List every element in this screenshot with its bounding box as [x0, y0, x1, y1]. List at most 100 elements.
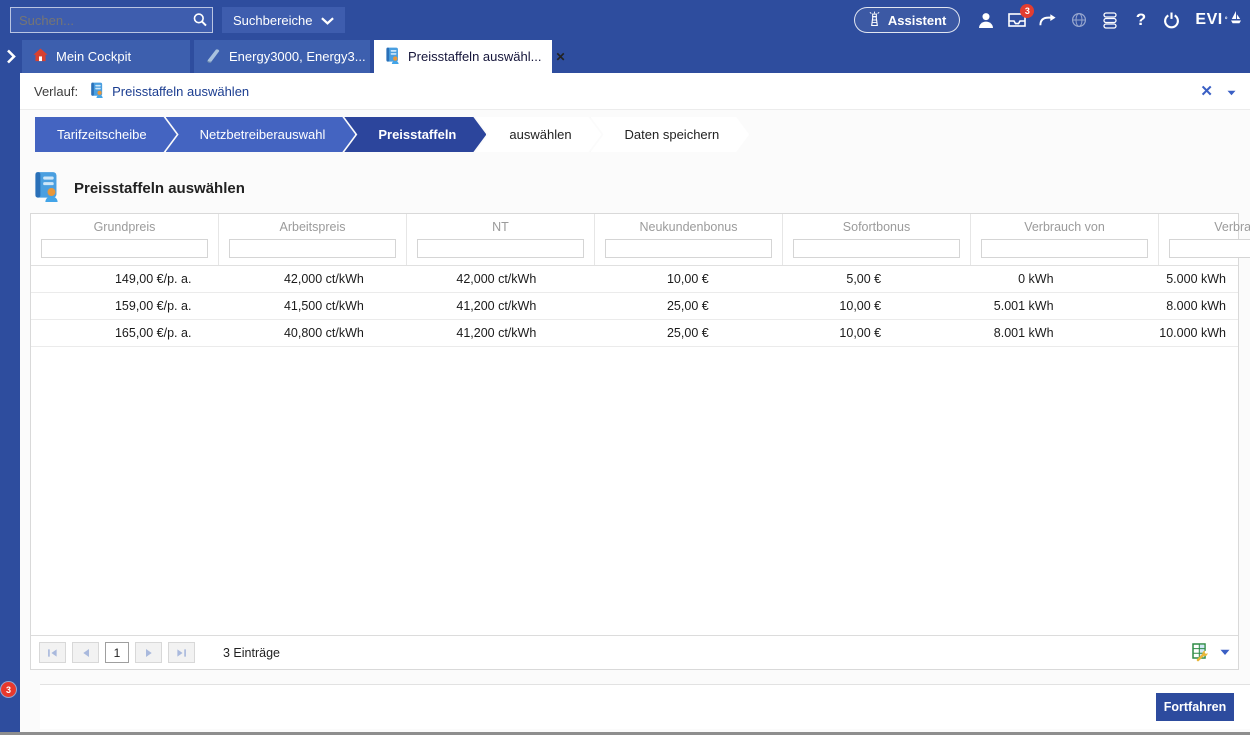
action-bar: Fortfahren	[40, 684, 1250, 729]
search-input[interactable]	[11, 13, 188, 28]
table-cell: 10,00 €	[721, 293, 893, 319]
table-cell: 165,00 €/p. a.	[31, 320, 203, 346]
search-scope-button[interactable]: Suchbereiche	[222, 7, 345, 33]
globe-icon[interactable]	[1063, 6, 1094, 34]
tab-preisstaffeln[interactable]: Preisstaffeln auswähl... ✕	[374, 40, 552, 73]
tab-mein-cockpit[interactable]: Mein Cockpit	[22, 40, 190, 73]
logo-text: EVI	[1195, 11, 1222, 29]
price-scale-table: Grundpreis Arbeitspreis NT Neukundenbonu…	[30, 213, 1239, 670]
first-page-button[interactable]	[39, 642, 66, 663]
wizard-step-tarifzeitscheibe[interactable]: Tarifzeitscheibe	[35, 117, 177, 152]
column-header-verbrauch-bis[interactable]: Verbrauch bis	[1159, 214, 1250, 265]
tariff-person-icon	[385, 47, 400, 67]
tab-energy3000[interactable]: Energy3000, Energy3... ✕	[194, 40, 370, 73]
table-cell: 25,00 €	[548, 293, 720, 319]
close-icon[interactable]: ✕	[1200, 84, 1213, 99]
redo-icon[interactable]	[1032, 6, 1063, 34]
tab-label: Preisstaffeln auswähl...	[408, 49, 541, 64]
table-empty-area	[31, 347, 1238, 635]
column-filter-input-grundpreis[interactable]	[41, 239, 208, 258]
table-cell: 25,00 €	[548, 320, 720, 346]
assistant-label: Assistent	[888, 13, 947, 28]
tariff-person-icon	[33, 171, 60, 205]
column-label: Verbrauch von	[971, 218, 1158, 237]
column-header-arbeitspreis[interactable]: Arbeitspreis	[219, 214, 407, 265]
step-label: Preisstaffeln	[378, 127, 456, 142]
column-filter-input-neukundenbonus[interactable]	[605, 239, 772, 258]
table-header: Grundpreis Arbeitspreis NT Neukundenbonu…	[31, 214, 1238, 266]
book-icon	[205, 48, 221, 66]
table-cell: 41,500 ct/kWh	[203, 293, 375, 319]
table-cell: 5,00 €	[721, 266, 893, 292]
help-label: ?	[1136, 10, 1146, 30]
search-scope-label: Suchbereiche	[233, 13, 313, 28]
topbar: Suchbereiche Assistent 3	[0, 0, 1250, 40]
lighthouse-icon	[868, 11, 881, 30]
previous-page-button[interactable]	[72, 642, 99, 663]
column-filter-input-sofortbonus[interactable]	[793, 239, 960, 258]
sidebar-notification-badge: 3	[1, 682, 16, 697]
step-label: auswählen	[509, 127, 571, 142]
history-bar: Verlauf: Preisstaffeln auswählen ✕	[20, 73, 1250, 110]
column-header-grundpreis[interactable]: Grundpreis	[31, 214, 219, 265]
global-search[interactable]	[10, 7, 213, 33]
column-header-neukundenbonus[interactable]: Neukundenbonus	[595, 214, 783, 265]
step-label: Daten speichern	[625, 127, 720, 142]
table-row[interactable]: 165,00 €/p. a. 40,800 ct/kWh 41,200 ct/k…	[31, 320, 1238, 347]
table-cell: 10,00 €	[548, 266, 720, 292]
help-button[interactable]: ?	[1125, 6, 1156, 34]
tariff-person-icon	[90, 82, 104, 101]
column-filter-input-arbeitspreis[interactable]	[229, 239, 396, 258]
inbox-icon[interactable]: 3	[1001, 6, 1032, 34]
next-page-button[interactable]	[135, 642, 162, 663]
column-label: Arbeitspreis	[219, 218, 406, 237]
table-cell: 41,200 ct/kWh	[376, 320, 548, 346]
step-label: Tarifzeitscheibe	[57, 127, 147, 142]
table-cell: 42,000 ct/kWh	[376, 266, 548, 292]
column-header-verbrauch-von[interactable]: Verbrauch von	[971, 214, 1159, 265]
column-filter-input-verbrauch-bis[interactable]	[1169, 239, 1250, 258]
table-cell: 5.000 kWh	[1066, 266, 1238, 292]
column-header-nt[interactable]: NT	[407, 214, 595, 265]
table-cell: 149,00 €/p. a.	[31, 266, 203, 292]
chevron-down-icon	[321, 13, 334, 28]
export-caret-down-icon[interactable]	[1220, 649, 1230, 656]
wizard-step-preisstaffeln[interactable]: Preisstaffeln	[344, 117, 486, 152]
table-cell: 40,800 ct/kWh	[203, 320, 375, 346]
user-icon[interactable]	[970, 6, 1001, 34]
wizard-step-auswaehlen[interactable]: auswählen	[475, 117, 601, 152]
assistant-button[interactable]: Assistent	[854, 7, 961, 33]
table-row[interactable]: 159,00 €/p. a. 41,500 ct/kWh 41,200 ct/k…	[31, 293, 1238, 320]
history-label: Verlauf:	[34, 84, 78, 99]
column-label: Sofortbonus	[783, 218, 970, 237]
continue-button[interactable]: Fortfahren	[1156, 693, 1234, 721]
column-label: NT	[407, 218, 594, 237]
table-cell: 0 kWh	[893, 266, 1065, 292]
main-content: Verlauf: Preisstaffeln auswählen ✕ Tarif…	[20, 73, 1250, 732]
column-filter-input-nt[interactable]	[417, 239, 584, 258]
excel-export-icon[interactable]	[1192, 643, 1211, 662]
last-page-button[interactable]	[168, 642, 195, 663]
wizard-step-daten-speichern[interactable]: Daten speichern	[591, 117, 750, 152]
expand-chevron-icon[interactable]	[0, 40, 22, 73]
current-page-indicator[interactable]: 1	[105, 642, 129, 663]
table-cell: 42,000 ct/kWh	[203, 266, 375, 292]
table-cell: 10,00 €	[721, 320, 893, 346]
table-cell: 10.000 kWh	[1066, 320, 1238, 346]
left-side-strip	[0, 73, 20, 732]
entries-count: 3 Einträge	[223, 646, 280, 660]
tab-close-icon[interactable]: ✕	[555, 50, 565, 64]
sailboat-icon	[1230, 10, 1242, 30]
column-filter-input-verbrauch-von[interactable]	[981, 239, 1148, 258]
database-icon[interactable]	[1094, 6, 1125, 34]
table-row[interactable]: 149,00 €/p. a. 42,000 ct/kWh 42,000 ct/k…	[31, 266, 1238, 293]
power-icon[interactable]	[1156, 6, 1187, 34]
pagination-bar: 1 3 Einträge	[31, 635, 1238, 669]
history-item-link[interactable]: Preisstaffeln auswählen	[112, 84, 249, 99]
table-cell: 8.001 kWh	[893, 320, 1065, 346]
wizard-steps: Tarifzeitscheibe Netzbetreiberauswahl Pr…	[35, 117, 1250, 152]
caret-down-icon[interactable]	[1227, 84, 1236, 99]
column-header-sofortbonus[interactable]: Sofortbonus	[783, 214, 971, 265]
search-icon[interactable]	[188, 12, 212, 28]
wizard-step-netzbetreiberauswahl[interactable]: Netzbetreiberauswahl	[166, 117, 356, 152]
